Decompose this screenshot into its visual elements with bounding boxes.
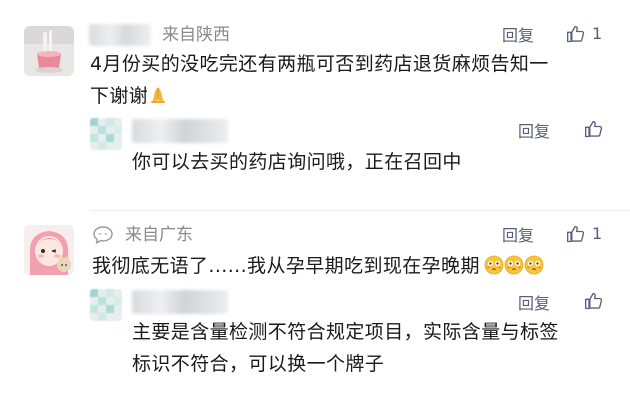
like-button[interactable]: 1 — [566, 23, 602, 45]
reply-button[interactable]: 回复 — [518, 121, 550, 143]
like-button[interactable] — [584, 119, 604, 139]
thumbs-up-icon — [567, 25, 585, 43]
like-button[interactable]: 1 — [566, 223, 602, 245]
reply-button[interactable]: 回复 — [502, 225, 534, 247]
avatar[interactable] — [24, 26, 74, 76]
message-bubble-icon — [92, 225, 114, 249]
reply-text-line: 标识不符合，可以换一个牌子 — [132, 353, 385, 375]
reply-username-blurred[interactable] — [132, 290, 228, 314]
like-button[interactable] — [584, 291, 604, 311]
avatar-image — [24, 26, 74, 76]
reply-text: 你可以去买的药店询问哦，正在召回中 — [132, 151, 462, 173]
location-label: 来自广东 — [125, 225, 193, 245]
reply-avatar[interactable] — [90, 289, 122, 321]
flushed-face-icon — [484, 255, 504, 275]
comment-text-body: 我彻底无语了......我从孕早期吃到现在孕晚期 — [92, 255, 480, 277]
avatar-image — [24, 225, 74, 275]
username-blurred[interactable] — [89, 24, 151, 46]
comment-text-tail: 下谢谢 — [90, 85, 149, 107]
reply-username-blurred[interactable] — [132, 119, 228, 143]
folded-hands-icon — [151, 87, 166, 103]
comment-content: 4月份买的没吃完还有两瓶可否到药店退货麻烦告知一 下谢谢 — [90, 48, 610, 112]
flushed-face-icon — [504, 255, 524, 275]
avatar-image — [90, 118, 122, 150]
comment-text-line: 下谢谢 — [90, 80, 610, 112]
like-count: 1 — [592, 224, 603, 243]
thumbs-up-icon — [585, 292, 603, 310]
reply-content: 主要是含量检测不符合规定项目，实际含量与标签 标识不符合，可以换一个牌子 — [132, 316, 559, 380]
reply-avatar[interactable] — [90, 118, 122, 150]
comment-text: 我彻底无语了......我从孕早期吃到现在孕晚期 — [92, 250, 544, 282]
avatar[interactable] — [24, 225, 74, 275]
thumbs-up-icon — [585, 120, 603, 138]
reply-button[interactable]: 回复 — [518, 293, 550, 315]
avatar-image — [90, 289, 122, 321]
reply-button[interactable]: 回复 — [502, 25, 534, 47]
thumbs-up-icon — [567, 225, 585, 243]
divider — [90, 210, 630, 211]
location-label: 来自陕西 — [162, 25, 230, 45]
comment-text-line: 4月份买的没吃完还有两瓶可否到药店退货麻烦告知一 — [90, 53, 549, 75]
like-count: 1 — [592, 24, 603, 43]
flushed-face-icon — [524, 255, 544, 275]
reply-text-line: 主要是含量检测不符合规定项目，实际含量与标签 — [132, 321, 559, 343]
